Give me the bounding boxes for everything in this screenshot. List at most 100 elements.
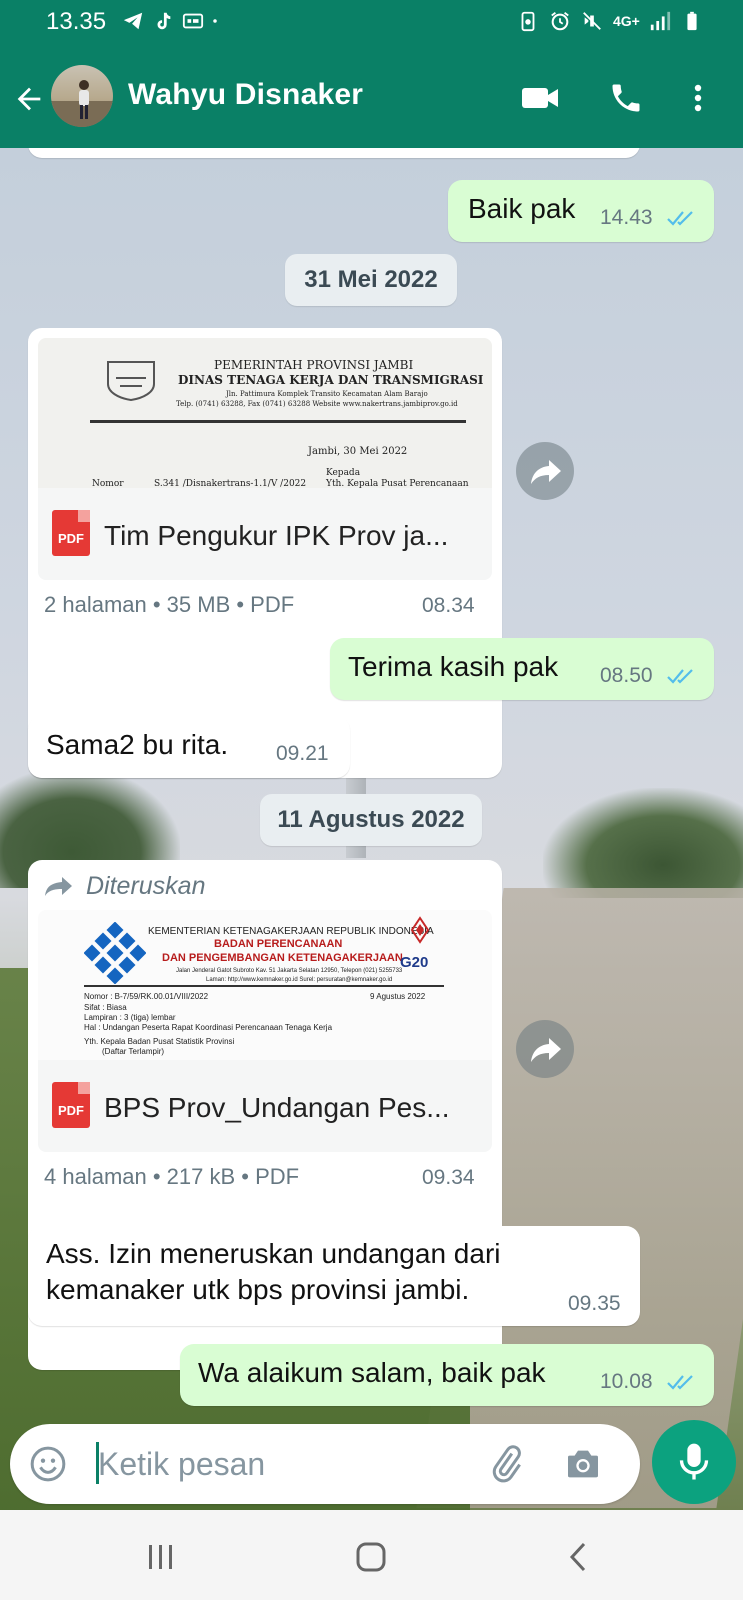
mic-icon (679, 1443, 709, 1480)
message-text: Wa alaikum salam, baik pak (198, 1357, 546, 1388)
letterhead-line-2: BADAN PERENCANAAN (214, 938, 343, 950)
vibrate-off-icon (583, 12, 601, 30)
province-crest-icon (107, 361, 155, 402)
message-time: 09.34 (422, 1166, 475, 1189)
letter-recipient: Yth. Kepala Pusat Perencanaan (326, 479, 469, 488)
message-text: Baik pak (468, 193, 576, 224)
letter-hal: Hal : Undangan Peserta Rapat Koordinasi … (84, 1023, 333, 1032)
contact-name[interactable]: Wahyu Disnaker (128, 78, 363, 112)
signal-icon (650, 11, 671, 31)
more-vert-icon[interactable] (686, 80, 710, 116)
wallpaper-trees-right (543, 788, 743, 898)
forward-button[interactable] (516, 442, 574, 500)
message-time: 09.21 (276, 742, 329, 765)
letter-sifat: Sifat : Biasa (84, 1003, 127, 1012)
message-time: 08.50 (600, 664, 653, 687)
telegram-icon (123, 12, 143, 30)
date-separator: 31 Mei 2022 (285, 254, 457, 306)
share-arrow-icon (531, 1038, 561, 1062)
letter-lampiran: Lampiran : 3 (tiga) lembar (84, 1013, 176, 1022)
read-ticks-icon (667, 1375, 693, 1390)
video-call-icon[interactable] (520, 80, 560, 116)
dot-icon (213, 19, 217, 23)
forwarded-icon (45, 877, 72, 896)
letter-daftar: (Daftar Terlampir) (102, 1047, 165, 1056)
letterhead-line-5: Laman: http://www.kemnaker.go.id Surel: … (206, 977, 393, 983)
message-text: Terima kasih pak (348, 651, 559, 682)
message-input[interactable]: Ketik pesan (98, 1446, 265, 1483)
document-message[interactable]: PEMERINTAH PROVINSI JAMBI DINAS TENAGA K… (28, 328, 502, 778)
emoji-icon[interactable] (28, 1444, 68, 1484)
letterhead-line-1: PEMERINTAH PROVINSI JAMBI (214, 358, 414, 372)
battery-saver-icon (521, 11, 535, 32)
message-composer[interactable]: Ketik pesan (10, 1424, 640, 1504)
document-file-bar[interactable]: PDF BPS Prov_Undangan Pes... (38, 1060, 492, 1152)
status-time: 13.35 (46, 8, 107, 35)
share-arrow-icon (531, 460, 561, 484)
message-time: 10.08 (600, 1370, 653, 1393)
message-bubble-outgoing[interactable]: Wa alaikum salam, baik pak 10.08 (180, 1344, 714, 1406)
g20-label: G20 (400, 954, 429, 971)
app-top-bar: 13.35 4G+ Wahyu Disnaker (0, 0, 743, 148)
message-bubble-incoming[interactable]: Sama2 bu rita. 09.21 (28, 716, 350, 778)
letterhead-line-4: Jalan Jenderal Gatot Subroto Kav. 51 Jak… (176, 968, 403, 974)
letterhead-line-3: Jln. Pattimura Komplek Transito Kecamata… (226, 390, 428, 398)
letter-recipient: Yth. Kepala Badan Pusat Statistik Provin… (84, 1037, 235, 1046)
read-ticks-icon (667, 211, 693, 226)
chat-area[interactable]: Baik pak 14.43 31 Mei 2022 PEMERINTAH PR… (0, 148, 743, 1510)
document-file-name: Tim Pengukur IPK Prov ja... (104, 520, 449, 551)
letter-place-date: Jambi, 30 Mei 2022 (308, 446, 408, 457)
alarm-icon (551, 12, 569, 31)
ministry-logo-icon (84, 922, 146, 984)
recent-apps-icon[interactable] (146, 1542, 176, 1572)
letterhead-divider (90, 420, 466, 423)
document-file-name: BPS Prov_Undangan Pes... (104, 1092, 450, 1123)
read-ticks-icon (667, 669, 693, 684)
letter-date: 9 Agustus 2022 (370, 992, 426, 1001)
document-meta: 2 halaman • 35 MB • PDF (44, 592, 295, 617)
back-arrow-icon[interactable] (12, 82, 46, 116)
document-preview[interactable]: PEMERINTAH PROVINSI JAMBI DINAS TENAGA K… (38, 338, 492, 488)
g20-logo-icon (410, 916, 430, 944)
letter-nomor-label: Nomor (92, 479, 124, 488)
forwarded-label: Diteruskan (86, 872, 206, 900)
pdf-icon: PDF (52, 1082, 90, 1128)
letterhead-line-2: DINAS TENAGA KERJA DAN TRANSMIGRASI (178, 373, 484, 387)
battery-icon (687, 11, 697, 31)
system-nav-bar (0, 1510, 743, 1600)
document-meta: 4 halaman • 217 kB • PDF (44, 1164, 300, 1189)
tiktok-icon (157, 12, 171, 30)
status-bar: 13.35 4G+ (0, 6, 743, 40)
message-text: Sama2 bu rita. (46, 729, 229, 760)
back-nav-icon[interactable] (566, 1540, 592, 1574)
letter-nomor: Nomor : B-7/59/RK.00.01/VIII/2022 (84, 992, 209, 1001)
attach-icon[interactable] (486, 1444, 526, 1484)
message-time: 09.35 (568, 1292, 621, 1315)
letterhead-line-1: KEMENTERIAN KETENAGAKERJAAN REPUBLIK IND… (148, 926, 434, 937)
home-icon[interactable] (354, 1540, 388, 1574)
letterhead-line-3: DAN PENGEMBANGAN KETENAGAKERJAAN (162, 952, 403, 964)
message-bubble-partial (28, 148, 640, 158)
network-label: 4G+ (613, 13, 640, 29)
cast-icon (182, 13, 204, 29)
letterhead-line-4: Telp. (0741) 63288, Fax (0741) 63288 Web… (176, 400, 458, 408)
message-time: 14.43 (600, 206, 653, 229)
date-separator: 11 Agustus 2022 (260, 794, 482, 846)
message-bubble-incoming[interactable]: Ass. Izin meneruskan undangan dari keman… (28, 1226, 640, 1326)
message-time: 08.34 (422, 594, 475, 617)
camera-icon[interactable] (562, 1444, 604, 1484)
chat-header: Wahyu Disnaker (0, 62, 743, 132)
document-file-bar[interactable]: PDF Tim Pengukur IPK Prov ja... (38, 488, 492, 580)
message-text-line-2: kemanaker utk bps provinsi jambi. (46, 1274, 470, 1305)
avatar[interactable] (51, 65, 113, 127)
letterhead-divider (84, 985, 444, 987)
message-bubble-outgoing[interactable]: Terima kasih pak 08.50 (330, 638, 714, 700)
message-text-line-1: Ass. Izin meneruskan undangan dari (46, 1238, 501, 1269)
mic-button[interactable] (652, 1420, 736, 1504)
pdf-icon: PDF (52, 510, 90, 556)
letter-nomor-value: S.341 /Disnakertrans-1.1/V /2022 (154, 479, 307, 488)
message-bubble-outgoing[interactable]: Baik pak 14.43 (448, 180, 714, 242)
document-preview[interactable]: KEMENTERIAN KETENAGAKERJAAN REPUBLIK IND… (38, 910, 492, 1060)
forward-button[interactable] (516, 1020, 574, 1078)
voice-call-icon[interactable] (606, 80, 646, 116)
